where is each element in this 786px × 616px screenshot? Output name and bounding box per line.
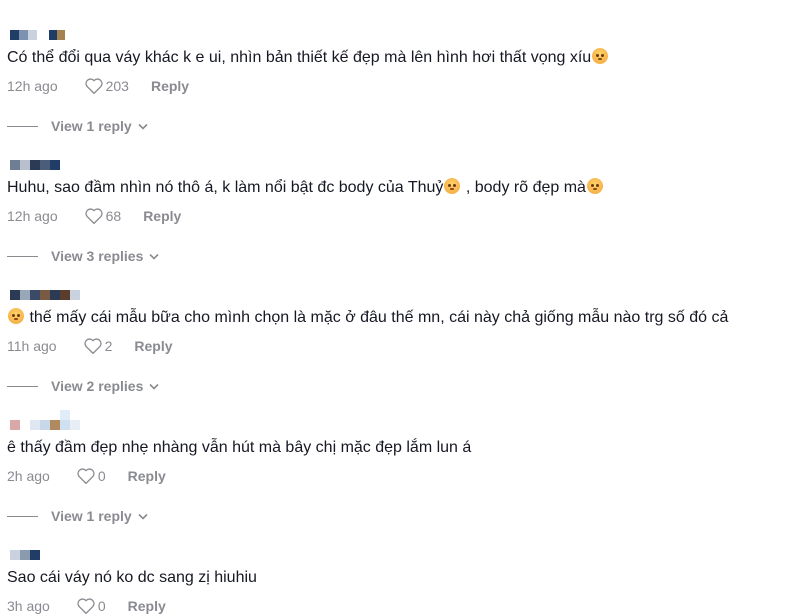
like-button[interactable]: 0 [76,597,106,615]
reply-button[interactable]: Reply [128,468,166,484]
pleading-face-emoji [592,48,609,64]
comment-time: 2h ago [7,468,50,484]
comment-meta: 3h ago 0 Reply [7,596,166,616]
pleading-face-emoji [444,178,461,194]
view-replies-label: View 2 replies [51,378,144,394]
like-count: 0 [97,468,106,484]
comment-time: 11h ago [7,338,57,354]
username-pixelated[interactable] [10,290,80,300]
divider-line [7,385,38,387]
like-button[interactable]: 2 [83,337,113,355]
heart-icon [77,468,95,485]
heart-icon [83,338,102,355]
divider-line [7,255,38,257]
heart-icon [84,78,103,95]
comment-text: ê thấy đầm đẹp nhẹ nhàng vẫn hút mà bây … [7,439,472,456]
chevron-down-icon [138,123,148,130]
heart-icon [77,598,95,615]
chevron-down-icon [138,513,148,520]
chevron-down-icon [149,383,159,390]
divider-line [7,515,38,517]
like-count: 2 [104,338,113,354]
reply-button[interactable]: Reply [143,208,181,224]
view-replies-button[interactable]: View 2 replies [7,376,159,396]
username-pixelated[interactable] [10,550,40,560]
divider-line [7,125,38,127]
view-replies-label: View 1 reply [51,118,132,134]
comment-meta: 12h ago 68 Reply [7,206,181,226]
comment-text: thế mấy cái mẫu bữa cho mình chọn là mặc… [7,308,728,328]
view-replies-button[interactable]: View 3 replies [7,246,159,266]
comment-meta: 12h ago 203 Reply [7,76,189,96]
comment-text: Sao cái váy nó ko dc sang zị hiuhiu [7,569,257,586]
chevron-down-icon [149,253,159,260]
comment-meta: 2h ago 0 Reply [7,466,166,486]
view-replies-button[interactable]: View 1 reply [7,506,148,526]
comment-time: 12h ago [7,208,58,224]
like-count: 0 [97,598,106,614]
comment-meta: 11h ago 2 Reply [7,336,173,356]
pleading-face-emoji [8,308,24,324]
like-button[interactable]: 0 [76,467,106,485]
comment-text: Có thể đổi qua váy khác k e ui, nhìn bản… [7,48,609,68]
username-pixelated[interactable] [10,160,60,170]
heart-icon [84,208,103,225]
view-replies-label: View 3 replies [51,248,144,264]
comment-text: Huhu, sao đầm nhìn nó thô á, k làm nổi b… [7,178,604,198]
reply-button[interactable]: Reply [151,78,189,94]
username-pixelated[interactable] [10,410,90,430]
reply-button[interactable]: Reply [128,598,166,614]
comment-time: 3h ago [7,598,50,614]
like-count: 203 [105,78,129,94]
view-replies-button[interactable]: View 1 reply [7,116,148,136]
like-button[interactable]: 68 [84,207,122,225]
comment-time: 12h ago [7,78,58,94]
reply-button[interactable]: Reply [134,338,172,354]
like-count: 68 [105,208,122,224]
pleading-face-emoji [586,178,603,194]
username-pixelated[interactable] [10,30,65,40]
view-replies-label: View 1 reply [51,508,132,524]
like-button[interactable]: 203 [84,77,129,95]
